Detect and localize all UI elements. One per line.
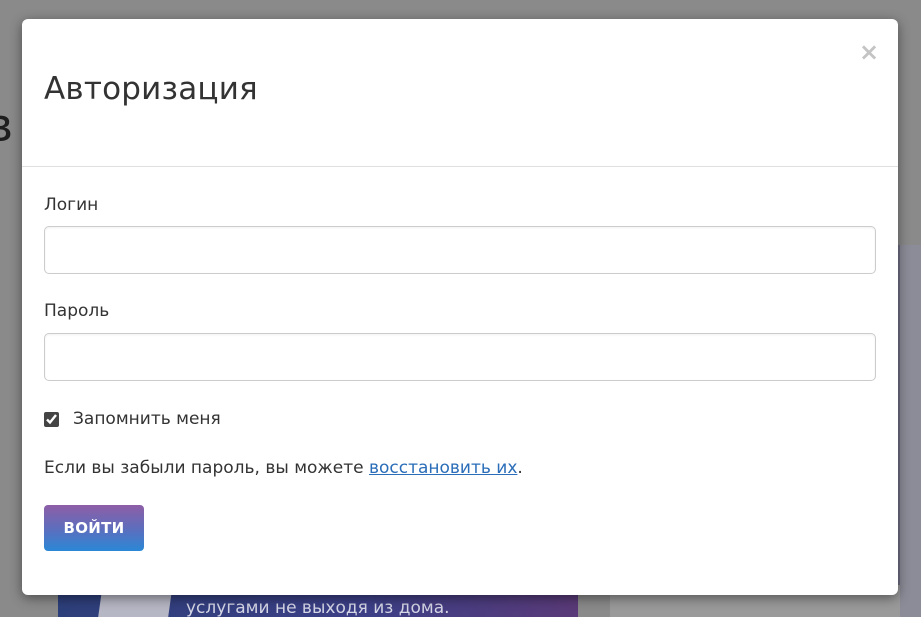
forgot-password-prefix: Если вы забыли пароль, вы можете [44, 458, 369, 478]
login-label: Логин [44, 195, 99, 215]
login-button[interactable]: ВОЙТИ [44, 505, 144, 551]
login-modal: Авторизация × Логин Пароль Запомнить мен… [22, 19, 898, 595]
forgot-password-suffix: . [517, 458, 523, 478]
modal-title: Авторизация [44, 71, 258, 107]
login-input[interactable] [44, 226, 876, 274]
forgot-password-text: Если вы забыли пароль, вы можете восстан… [44, 458, 523, 478]
background-right-panel-edge [900, 245, 921, 617]
remember-me-row: Запомнить меня [44, 407, 221, 431]
remember-me-label[interactable]: Запомнить меня [73, 409, 221, 429]
password-label: Пароль [44, 301, 110, 321]
restore-password-link[interactable]: восстановить их [369, 458, 517, 478]
remember-me-checkbox[interactable] [44, 411, 59, 427]
modal-header: Авторизация × [22, 19, 898, 167]
background-heading-fragment: в [0, 98, 13, 152]
password-input[interactable] [44, 333, 876, 381]
background-banner-text: услугами не выходя из дома. [186, 598, 450, 617]
close-button[interactable]: × [858, 40, 880, 64]
